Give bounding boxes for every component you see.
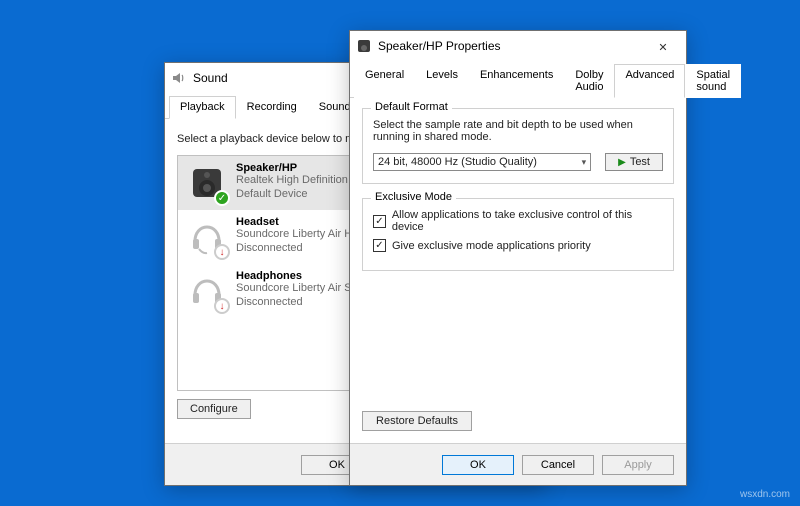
tab-spatial-sound[interactable]: Spatial sound bbox=[685, 64, 741, 98]
watermark: wsxdn.com bbox=[740, 489, 790, 500]
tab-dolby-audio[interactable]: Dolby Audio bbox=[564, 64, 614, 98]
properties-dialog-buttons: OK Cancel Apply bbox=[350, 443, 686, 485]
tab-advanced[interactable]: Advanced bbox=[614, 64, 685, 98]
headset-icon: ↓ bbox=[186, 216, 228, 258]
test-button[interactable]: ▶ Test bbox=[605, 153, 663, 171]
chevron-down-icon: ▾ bbox=[582, 157, 587, 168]
tab-enhancements[interactable]: Enhancements bbox=[469, 64, 564, 98]
exclusive-mode-group: Exclusive Mode ✓ Allow applications to t… bbox=[362, 198, 674, 271]
default-badge-icon: ✓ bbox=[214, 190, 230, 206]
tab-recording[interactable]: Recording bbox=[236, 96, 308, 119]
properties-window: Speaker/HP Properties ✕ General Levels E… bbox=[349, 30, 687, 486]
format-value: 24 bit, 48000 Hz (Studio Quality) bbox=[378, 156, 537, 168]
tab-levels[interactable]: Levels bbox=[415, 64, 469, 98]
exclusive-control-row[interactable]: ✓ Allow applications to take exclusive c… bbox=[373, 209, 663, 233]
disconnected-badge-icon: ↓ bbox=[214, 244, 230, 260]
apply-button[interactable]: Apply bbox=[602, 455, 674, 475]
properties-body: Default Format Select the sample rate an… bbox=[350, 98, 686, 295]
default-format-group: Default Format Select the sample rate an… bbox=[362, 108, 674, 184]
properties-titlebar[interactable]: Speaker/HP Properties ✕ bbox=[350, 31, 686, 61]
close-icon: ✕ bbox=[658, 42, 667, 54]
checkbox-icon[interactable]: ✓ bbox=[373, 215, 386, 228]
exclusive-mode-legend: Exclusive Mode bbox=[371, 191, 456, 203]
test-label: Test bbox=[630, 156, 650, 168]
configure-button[interactable]: Configure bbox=[177, 399, 251, 419]
checkbox-icon[interactable]: ✓ bbox=[373, 239, 386, 252]
tab-playback[interactable]: Playback bbox=[169, 96, 236, 119]
default-format-desc: Select the sample rate and bit depth to … bbox=[373, 119, 663, 143]
speaker-icon: ✓ bbox=[186, 162, 228, 204]
sound-icon bbox=[171, 70, 187, 86]
tab-general[interactable]: General bbox=[354, 64, 415, 98]
play-icon: ▶ bbox=[618, 157, 626, 168]
default-format-legend: Default Format bbox=[371, 101, 452, 113]
exclusive-control-label: Allow applications to take exclusive con… bbox=[392, 209, 663, 233]
speaker-small-icon bbox=[356, 38, 372, 54]
properties-title: Speaker/HP Properties bbox=[378, 39, 646, 53]
ok-button[interactable]: OK bbox=[442, 455, 514, 475]
format-dropdown[interactable]: 24 bit, 48000 Hz (Studio Quality) ▾ bbox=[373, 153, 591, 171]
disconnected-badge-icon: ↓ bbox=[214, 298, 230, 314]
close-button[interactable]: ✕ bbox=[646, 33, 680, 60]
properties-tabs: General Levels Enhancements Dolby Audio … bbox=[350, 63, 686, 98]
exclusive-priority-row[interactable]: ✓ Give exclusive mode applications prior… bbox=[373, 239, 663, 252]
restore-defaults-button[interactable]: Restore Defaults bbox=[362, 411, 472, 431]
cancel-button[interactable]: Cancel bbox=[522, 455, 594, 475]
headphones-icon: ↓ bbox=[186, 270, 228, 312]
exclusive-priority-label: Give exclusive mode applications priorit… bbox=[392, 240, 591, 252]
